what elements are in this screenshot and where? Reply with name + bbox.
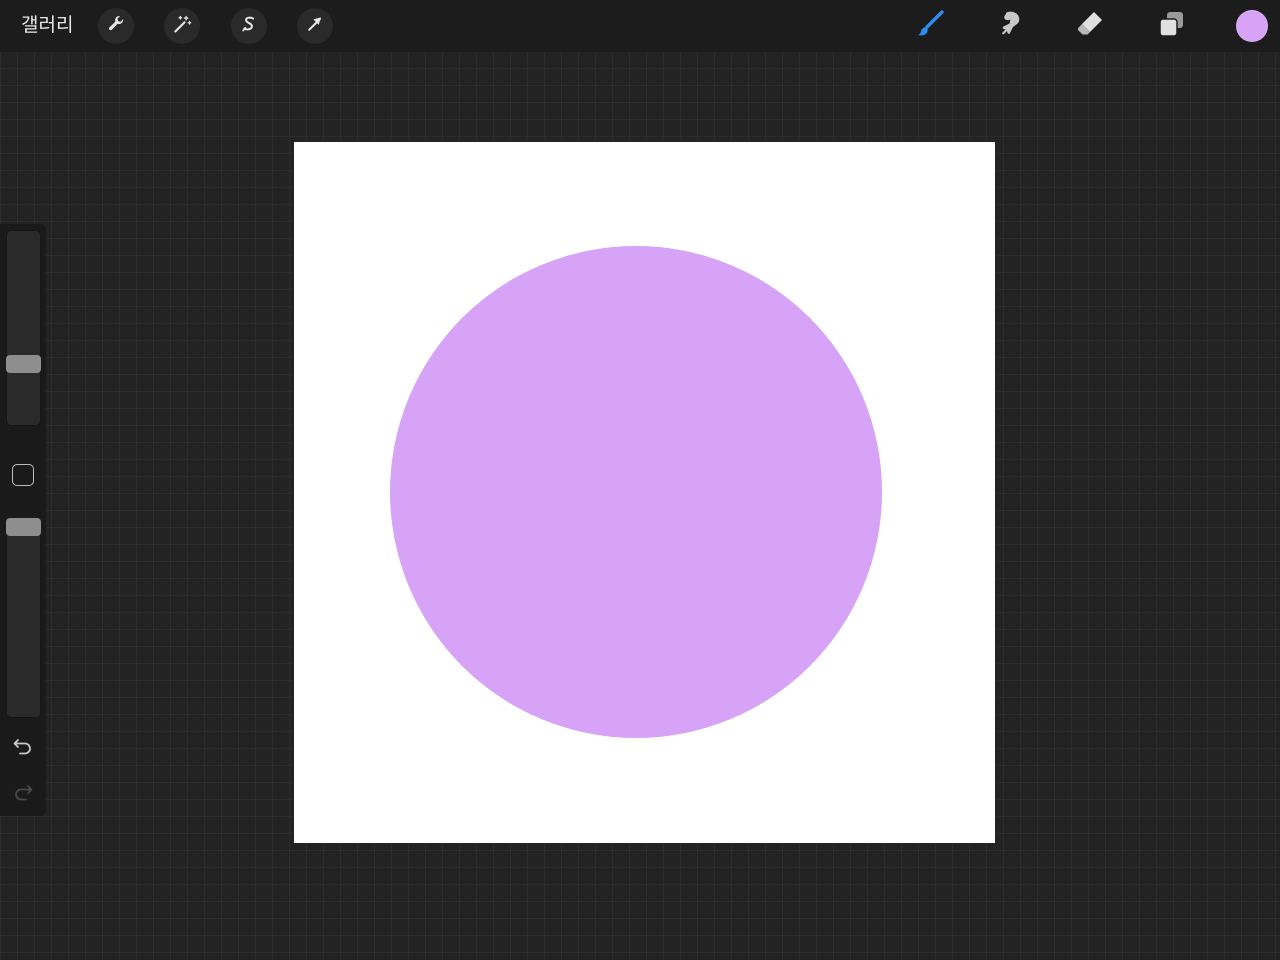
brush-icon — [915, 9, 945, 43]
color-picker-button[interactable] — [1236, 10, 1268, 42]
layers-icon — [1156, 9, 1186, 43]
brush-size-slider-handle[interactable] — [6, 355, 41, 373]
adjustments-button[interactable] — [164, 8, 200, 44]
wrench-icon — [106, 14, 126, 38]
smudge-icon — [995, 9, 1025, 43]
paint-brush-button[interactable] — [911, 7, 949, 45]
gallery-button[interactable]: 갤러리 — [21, 12, 73, 38]
modify-button[interactable] — [12, 464, 34, 486]
arrow-icon — [305, 14, 325, 38]
purple-circle-shape — [390, 246, 882, 738]
undo-button[interactable] — [11, 736, 35, 760]
undo-icon — [12, 735, 34, 761]
brush-size-slider[interactable] — [6, 230, 41, 426]
selection-icon — [239, 14, 259, 38]
actions-button[interactable] — [98, 8, 134, 44]
magic-wand-icon — [172, 14, 192, 38]
selection-button[interactable] — [231, 8, 267, 44]
eraser-icon — [1075, 9, 1105, 43]
opacity-slider[interactable] — [6, 518, 41, 718]
smudge-button[interactable] — [991, 7, 1029, 45]
transform-button[interactable] — [297, 8, 333, 44]
layers-button[interactable] — [1152, 7, 1190, 45]
opacity-slider-handle[interactable] — [6, 518, 41, 536]
drawing-canvas[interactable] — [294, 142, 995, 843]
redo-button[interactable] — [11, 782, 35, 806]
sidebar — [0, 224, 46, 816]
eraser-button[interactable] — [1071, 7, 1109, 45]
redo-icon — [12, 781, 34, 807]
top-toolbar: 갤러리 — [0, 0, 1280, 52]
